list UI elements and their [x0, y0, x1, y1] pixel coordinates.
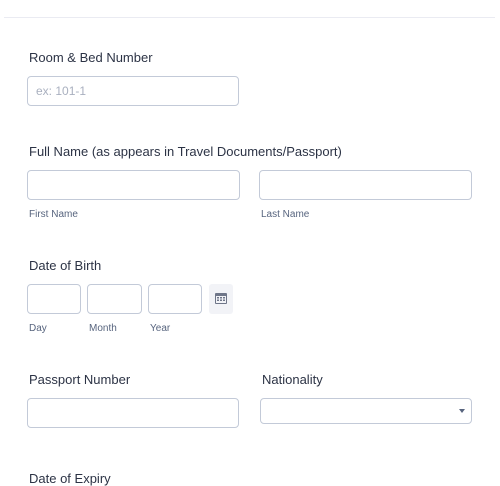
chevron-down-icon: [459, 409, 465, 413]
nationality-label: Nationality: [262, 372, 323, 387]
passport-number-input[interactable]: [27, 398, 239, 428]
room-bed-input[interactable]: [27, 76, 239, 106]
calendar-icon: [215, 293, 227, 304]
dob-year-input[interactable]: [148, 284, 202, 314]
dob-year-sublabel: Year: [150, 323, 171, 334]
last-name-sublabel: Last Name: [261, 209, 310, 220]
room-bed-label: Room & Bed Number: [29, 50, 153, 65]
date-of-birth-label: Date of Birth: [29, 258, 102, 273]
top-divider: [4, 17, 495, 18]
first-name-input[interactable]: [27, 170, 240, 200]
dob-day-input[interactable]: [27, 284, 81, 314]
full-name-label: Full Name (as appears in Travel Document…: [29, 144, 342, 159]
dob-month-sublabel: Month: [89, 323, 117, 334]
first-name-sublabel: First Name: [29, 209, 78, 220]
last-name-input[interactable]: [259, 170, 472, 200]
calendar-button[interactable]: [209, 284, 233, 314]
dob-day-sublabel: Day: [29, 323, 47, 334]
dob-month-input[interactable]: [87, 284, 142, 314]
nationality-select[interactable]: [260, 398, 472, 424]
passport-number-label: Passport Number: [29, 372, 131, 387]
